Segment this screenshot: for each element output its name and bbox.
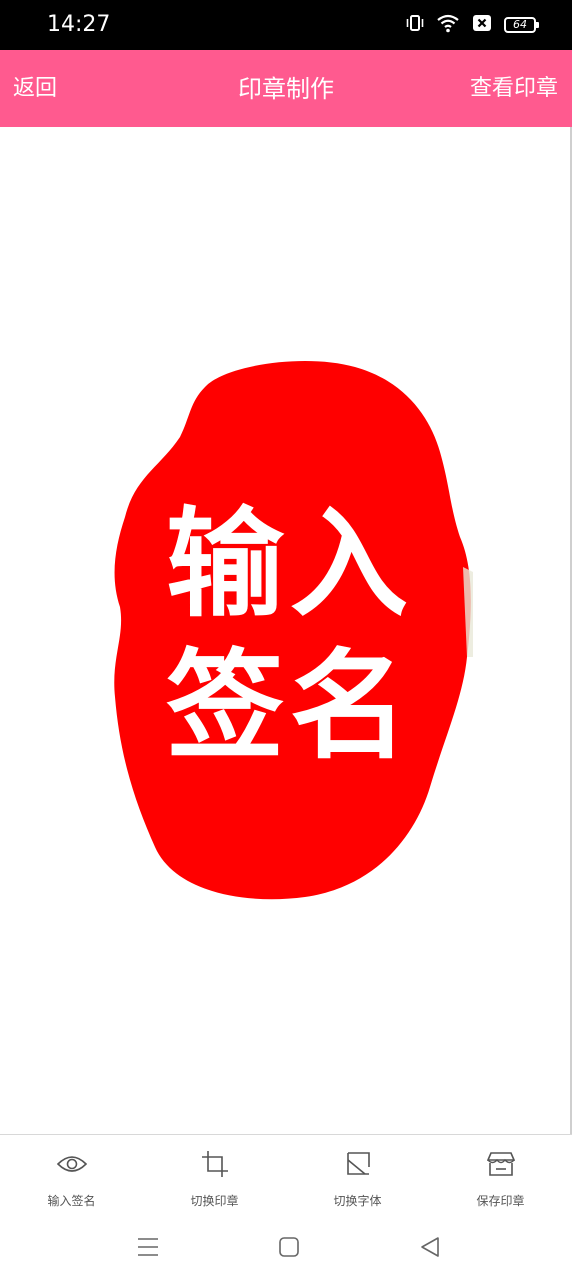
- bottom-toolbar: 输入签名 切换印章 切换字体 保存印章: [0, 1134, 572, 1221]
- wifi-icon: [436, 13, 460, 37]
- system-nav-bar: [0, 1220, 572, 1280]
- seal-text-line2: 签名: [165, 637, 414, 775]
- save-seal-button[interactable]: 保存印章: [429, 1135, 572, 1221]
- switch-seal-label: 切换印章: [190, 1194, 239, 1208]
- back-triangle-icon[interactable]: [415, 1232, 445, 1262]
- seal-text: 输入 签名: [105, 357, 475, 905]
- switch-seal-button[interactable]: 切换印章: [143, 1135, 286, 1221]
- battery-icon: 64: [504, 17, 539, 33]
- seal-preview[interactable]: 输入 签名: [105, 357, 475, 905]
- eye-icon: [56, 1149, 88, 1179]
- input-signature-label: 输入签名: [47, 1194, 96, 1208]
- status-time: 14:27: [47, 12, 111, 37]
- app-bar: 返回 印章制作 查看印章: [0, 50, 572, 127]
- seal-text-line1: 输入: [165, 495, 414, 633]
- switch-font-label: 切换字体: [333, 1194, 382, 1208]
- font-switch-icon: [342, 1149, 374, 1179]
- status-icons: 64: [406, 13, 539, 37]
- menu-icon[interactable]: [133, 1232, 163, 1262]
- status-bar: 14:27 64: [0, 0, 572, 50]
- home-icon[interactable]: [274, 1232, 304, 1262]
- view-seal-button[interactable]: 查看印章: [470, 74, 558, 104]
- no-sim-icon: [472, 14, 492, 36]
- store-icon: [485, 1149, 517, 1179]
- vibrate-icon: [406, 13, 424, 37]
- crop-icon: [199, 1149, 231, 1179]
- switch-font-button[interactable]: 切换字体: [286, 1135, 429, 1221]
- seal-canvas: 输入 签名: [0, 127, 572, 1135]
- save-seal-label: 保存印章: [476, 1194, 525, 1208]
- input-signature-button[interactable]: 输入签名: [0, 1135, 143, 1221]
